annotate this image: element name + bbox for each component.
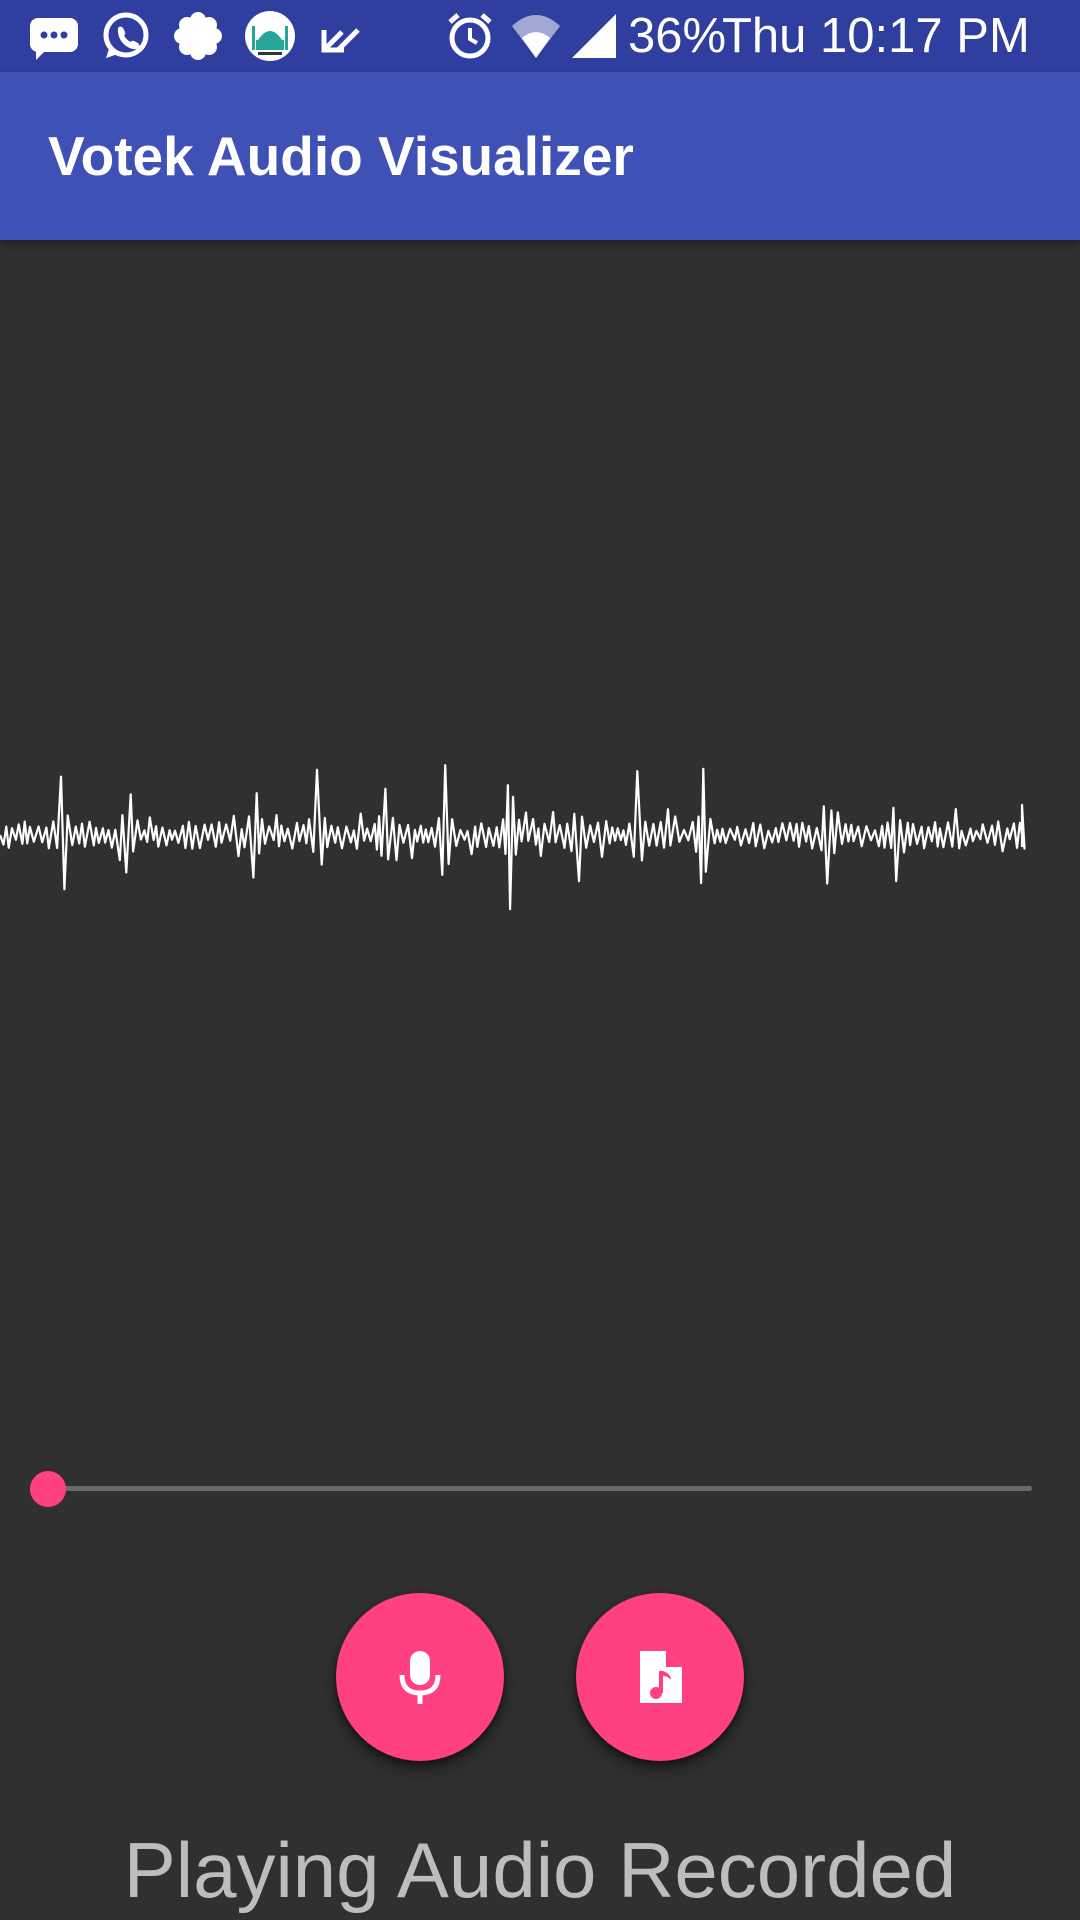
seek-bar[interactable] xyxy=(24,1458,1032,1518)
playback-status: Playing Audio Recorded xyxy=(123,1826,957,1914)
whatsapp-icon xyxy=(100,10,152,62)
mosque-app-icon xyxy=(244,10,296,62)
app-title: Votek Audio Visualizer xyxy=(48,125,634,187)
open-audio-file-button[interactable] xyxy=(576,1593,744,1761)
settings-flower-icon xyxy=(172,10,224,62)
waveform-line xyxy=(0,764,1026,911)
check-download-icon xyxy=(316,10,368,62)
clock: Thu 10:17 PM xyxy=(722,9,1030,63)
message-icon xyxy=(28,10,80,62)
microphone-icon xyxy=(399,1651,441,1704)
status-bar: 36% Thu 10:17 PM xyxy=(0,0,1080,72)
wifi-icon xyxy=(510,10,562,62)
record-button[interactable] xyxy=(336,1593,504,1761)
seek-track[interactable] xyxy=(48,1486,1032,1491)
audio-waveform xyxy=(0,764,1026,911)
seek-thumb[interactable] xyxy=(30,1471,66,1507)
app-bar: Votek Audio Visualizer xyxy=(0,72,1080,240)
alarm-icon xyxy=(444,10,496,62)
cell-signal-icon xyxy=(568,10,620,62)
audio-file-icon xyxy=(640,1651,682,1703)
battery-level: 36% xyxy=(628,9,727,63)
